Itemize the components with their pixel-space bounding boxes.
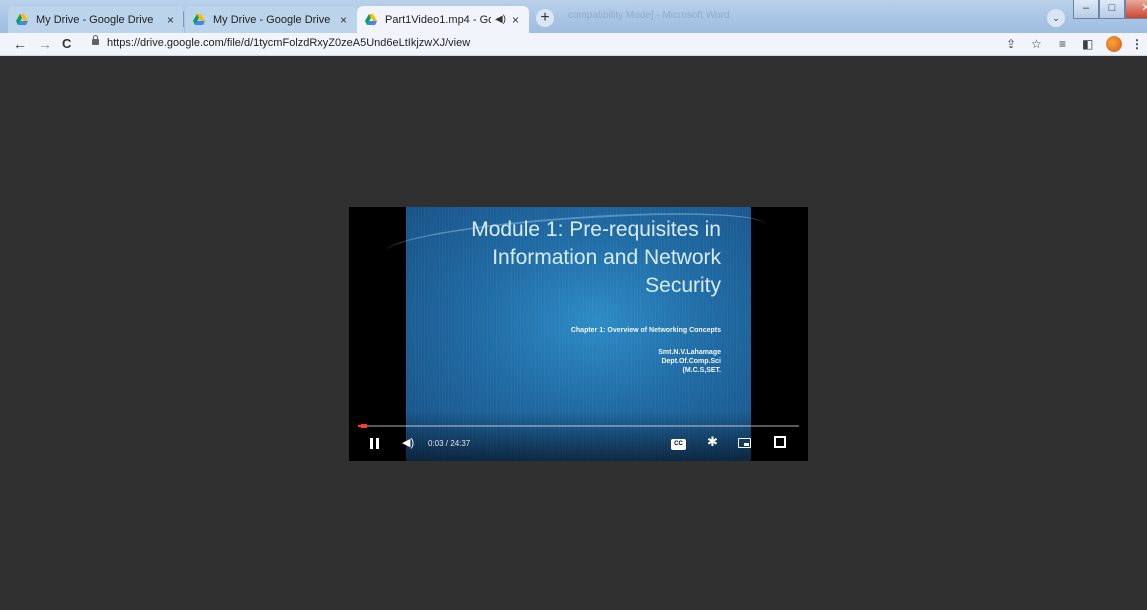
window-close-icon[interactable]: ✕ xyxy=(1125,0,1147,19)
controls-gradient xyxy=(349,411,808,461)
lock-icon[interactable] xyxy=(92,35,99,45)
slide-title-line: Information and Network xyxy=(492,246,721,269)
close-icon[interactable]: × xyxy=(340,13,347,27)
forward-button[interactable]: → xyxy=(38,35,52,53)
side-panel-icon[interactable]: ◧ xyxy=(1082,36,1093,52)
back-button[interactable]: ← xyxy=(13,35,27,53)
profile-avatar-icon[interactable] xyxy=(1106,36,1122,52)
tab-my-drive-2[interactable]: My Drive - Google Drive × xyxy=(185,6,357,33)
google-drive-icon xyxy=(16,14,28,25)
google-drive-icon xyxy=(365,14,377,25)
time-display: 0:03 / 24:37 xyxy=(428,439,471,448)
author-line: Dept.Of.Comp.Sci xyxy=(661,358,721,365)
speaker-icon[interactable]: ◀) xyxy=(495,14,506,25)
share-icon[interactable]: ⇪ xyxy=(1006,36,1016,52)
address-bar[interactable]: https://drive.google.com/file/d/1tycmFol… xyxy=(107,37,470,49)
author-line: (M.C.S,SET. xyxy=(682,367,721,374)
video-player[interactable]: Module 1: Pre-requisites in Information … xyxy=(349,207,808,461)
minimize-icon[interactable]: – xyxy=(1073,0,1099,19)
settings-gear-icon[interactable]: ✱ xyxy=(707,434,718,450)
tab-search-icon[interactable]: ⌄ xyxy=(1047,9,1065,27)
fullscreen-icon[interactable] xyxy=(774,436,786,448)
google-drive-icon xyxy=(193,14,205,25)
reading-list-icon[interactable]: ≡ xyxy=(1059,36,1066,52)
new-tab-button[interactable]: + xyxy=(536,9,554,27)
tab-title: Part1Video1.mp4 - Google D xyxy=(385,13,491,26)
author-line: Smt.N.V.Lahamage xyxy=(658,349,721,356)
reload-button[interactable]: C xyxy=(62,35,71,53)
tab-my-drive-1[interactable]: My Drive - Google Drive × xyxy=(8,6,184,33)
slide-title-line: Security xyxy=(645,274,721,297)
tab-strip: My Drive - Google Drive × My Drive - Goo… xyxy=(0,0,1147,33)
volume-icon[interactable]: ◀) xyxy=(402,436,414,449)
slide-title-line: Module 1: Pre-requisites in xyxy=(471,218,721,241)
captions-button[interactable]: CC xyxy=(671,439,686,450)
maximize-icon[interactable]: □ xyxy=(1099,0,1125,19)
slide-chapter: Chapter 1: Overview of Networking Concep… xyxy=(570,327,721,334)
tab-video-active[interactable]: Part1Video1.mp4 - Google D ◀) × xyxy=(357,6,529,33)
miniplayer-icon[interactable] xyxy=(738,438,751,448)
bookmark-star-icon[interactable]: ☆ xyxy=(1031,36,1042,52)
window-controls: – □ ✕ xyxy=(1073,0,1147,19)
close-icon[interactable]: × xyxy=(512,13,519,27)
tab-divider xyxy=(183,11,184,27)
slide-author: Smt.N.V.Lahamage Dept.Of.Comp.Sci (M.C.S… xyxy=(658,348,721,375)
seek-bar[interactable] xyxy=(358,424,799,428)
slide-title: Module 1: Pre-requisites in Information … xyxy=(421,216,721,300)
pause-button[interactable] xyxy=(370,438,379,449)
tab-title: My Drive - Google Drive xyxy=(36,13,154,26)
background-window-title: compatibility Mode] - Microsoft Word xyxy=(568,10,730,21)
seek-handle[interactable] xyxy=(361,424,367,428)
tab-title: My Drive - Google Drive xyxy=(213,13,331,26)
close-icon[interactable]: × xyxy=(167,13,174,27)
browser-toolbar: ← → C https://drive.google.com/file/d/1t… xyxy=(0,33,1147,56)
menu-icon[interactable]: ⋮ xyxy=(1131,36,1143,52)
